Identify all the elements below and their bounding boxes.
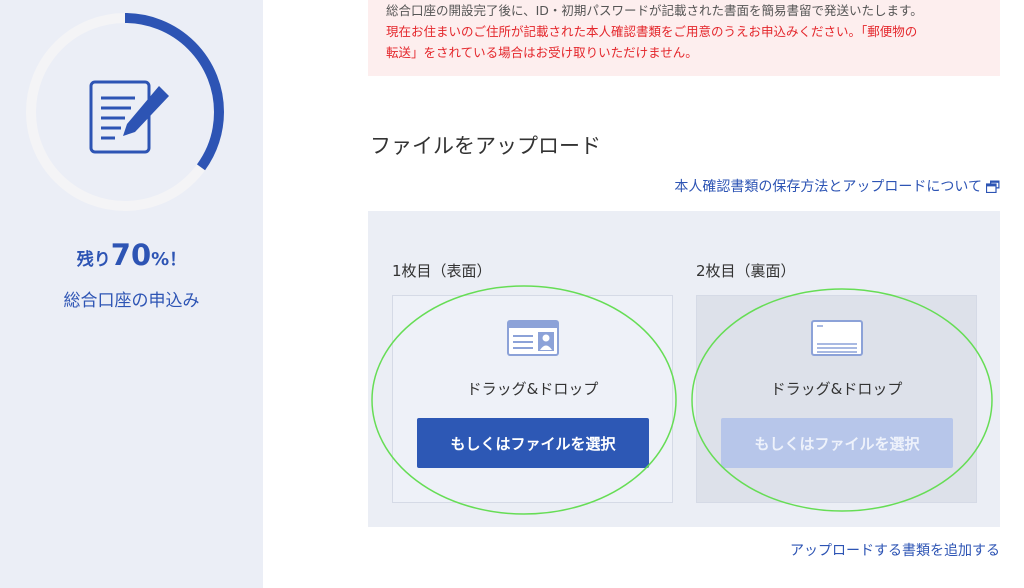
- external-window-icon: [986, 180, 1000, 193]
- notice-line-2: 転送」をされている場合はお受け取りいただけません。: [386, 45, 698, 60]
- front-label: 1枚目（表面）: [392, 262, 492, 280]
- document-edit-icon: [89, 80, 169, 154]
- notice-line-1: 現在お住まいのご住所が記載された本人確認書類をご用意のうえお申込みください。「郵…: [386, 24, 918, 39]
- progress-number: 70: [110, 238, 152, 272]
- progress-unit: %: [151, 249, 170, 270]
- front-drag-drop-text: ドラッグ&ドロップ: [466, 380, 599, 398]
- upload-section-title: ファイルをアップロード: [370, 134, 601, 158]
- progress-sidebar: 残り70%！ 総合口座の申込み: [0, 0, 263, 588]
- progress-remaining: 残り70%！: [0, 238, 263, 272]
- back-drop-zone[interactable]: ドラッグ&ドロップ もしくはファイルを選択: [696, 295, 977, 503]
- notice-line-0: 総合口座の開設完了後に、ID・初期パスワードが記載された書面を簡易書留で発送いた…: [386, 3, 923, 18]
- front-select-file-button[interactable]: もしくはファイルを選択: [417, 418, 649, 468]
- back-drag-drop-text: ドラッグ&ドロップ: [770, 380, 903, 398]
- back-select-file-button[interactable]: もしくはファイルを選択: [721, 418, 953, 468]
- front-drop-zone[interactable]: ドラッグ&ドロップ もしくはファイルを選択: [392, 295, 673, 503]
- id-card-back-icon: [810, 320, 863, 356]
- progress-suffix: ！: [169, 250, 187, 270]
- back-label: 2枚目（裏面）: [696, 262, 796, 280]
- upload-help-link-text: 本人確認書類の保存方法とアップロードについて: [674, 179, 982, 195]
- add-document-link[interactable]: アップロードする書類を追加する: [790, 540, 1000, 560]
- id-card-front-icon: [506, 320, 559, 356]
- upload-area: 1枚目（表面） 2枚目（裏面） ドラッグ&ドロップ もしくはファイルを選択 ドラ…: [368, 211, 1000, 527]
- progress-prefix: 残り: [76, 250, 111, 270]
- upload-help-link[interactable]: 本人確認書類の保存方法とアップロードについて: [674, 176, 1000, 196]
- notice-box: 総合口座の開設完了後に、ID・初期パスワードが記載された書面を簡易書留で発送いた…: [368, 0, 1000, 76]
- application-name: 総合口座の申込み: [63, 291, 200, 311]
